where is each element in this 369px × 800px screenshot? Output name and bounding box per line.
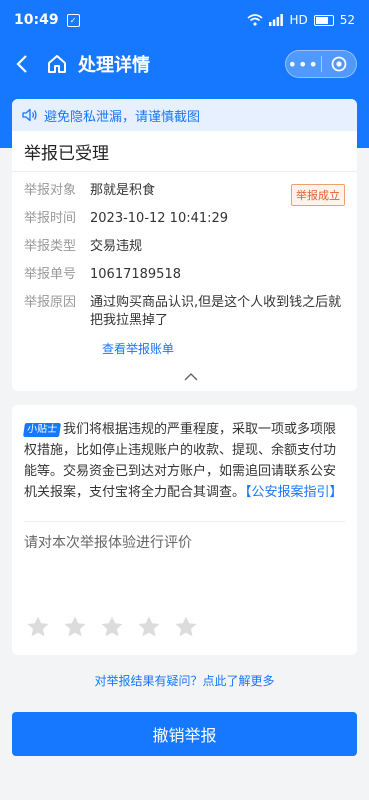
network-label: HD [289, 13, 308, 27]
detail-row: 举报时间 2023-10-12 10:41:29 [24, 210, 345, 228]
divider [24, 521, 345, 522]
shield-icon: ✓ [66, 13, 80, 27]
detail-value: 那就是积食 [90, 183, 156, 198]
cancel-report-button[interactable]: 撤销举报 [12, 712, 357, 756]
rating-label: 请对本次举报体验进行评价 [24, 535, 192, 551]
speaker-icon [22, 108, 37, 122]
detail-key: 举报时间 [24, 211, 77, 226]
detail-row: 举报单号 10617189518 [24, 266, 345, 284]
rating-stars [26, 615, 198, 639]
star-icon[interactable] [100, 615, 124, 639]
detail-key: 举报类型 [24, 239, 77, 254]
star-icon[interactable] [174, 615, 198, 639]
tip-tag: 小贴士 [23, 423, 61, 437]
detail-value: 通过购买商品认识,但是这个人收到钱之后就把我拉黑掉了 [90, 295, 342, 328]
report-detail-card: 避免隐私泄漏，请谨慎截图 举报已受理 举报成立 举报对象 那就是积食 举报时间 … [12, 99, 357, 391]
detail-rows: 举报成立 举报对象 那就是积食 举报时间 2023-10-12 10:41:29… [12, 172, 357, 357]
view-report-bill-link[interactable]: 查看举报账单 [102, 340, 345, 357]
star-icon[interactable] [63, 615, 87, 639]
home-icon[interactable] [46, 53, 68, 75]
detail-row: 举报原因 通过购买商品认识,但是这个人收到钱之后就把我拉黑掉了 [24, 294, 345, 330]
tip-rating-card: 小贴士 我们将根据违规的严重程度，采取一项或多项限权措施，比如停止违规账户的收款、… [12, 405, 357, 655]
mini-program-capsule: ••• [285, 50, 357, 78]
status-time: 10:49 [14, 12, 59, 28]
police-report-guide-link[interactable]: 【公安报案指引】 [245, 485, 343, 500]
star-icon[interactable] [26, 615, 50, 639]
page-title: 处理详情 [78, 55, 150, 76]
chevron-up-icon[interactable] [184, 373, 198, 381]
doubt-link[interactable]: 对举报结果有疑问？点此了解更多 [0, 672, 369, 689]
tip-text-block: 小贴士 我们将根据违规的严重程度，采取一项或多项限权措施，比如停止违规账户的收款、… [23, 419, 345, 503]
privacy-notice: 避免隐私泄漏，请谨慎截图 [12, 99, 357, 131]
detail-value: 2023-10-12 10:41:29 [90, 211, 229, 226]
detail-value: 10617189518 [90, 267, 181, 282]
back-arrow-icon[interactable] [12, 54, 32, 74]
detail-key: 举报原因 [24, 295, 77, 310]
detail-value: 交易违规 [90, 239, 143, 254]
close-mini-program-icon[interactable] [322, 56, 357, 72]
more-icon[interactable]: ••• [286, 55, 321, 74]
status-indicators: HD 52 [247, 13, 355, 27]
battery-icon [313, 14, 334, 26]
status-bar: 10:49 ✓ HD 52 [0, 0, 369, 40]
detail-row: 举报类型 交易违规 [24, 238, 345, 256]
detail-key: 举报单号 [24, 267, 77, 282]
status-badge: 举报成立 [291, 184, 345, 206]
wifi-icon [247, 14, 263, 26]
signal-icon [269, 14, 284, 26]
battery-level: 52 [339, 13, 355, 27]
nav-bar: 处理详情 ••• [0, 40, 369, 88]
detail-key: 举报对象 [24, 183, 77, 198]
report-status: 举报已受理 [12, 131, 357, 172]
star-icon[interactable] [137, 615, 161, 639]
privacy-text: 避免隐私泄漏，请谨慎截图 [44, 109, 201, 125]
